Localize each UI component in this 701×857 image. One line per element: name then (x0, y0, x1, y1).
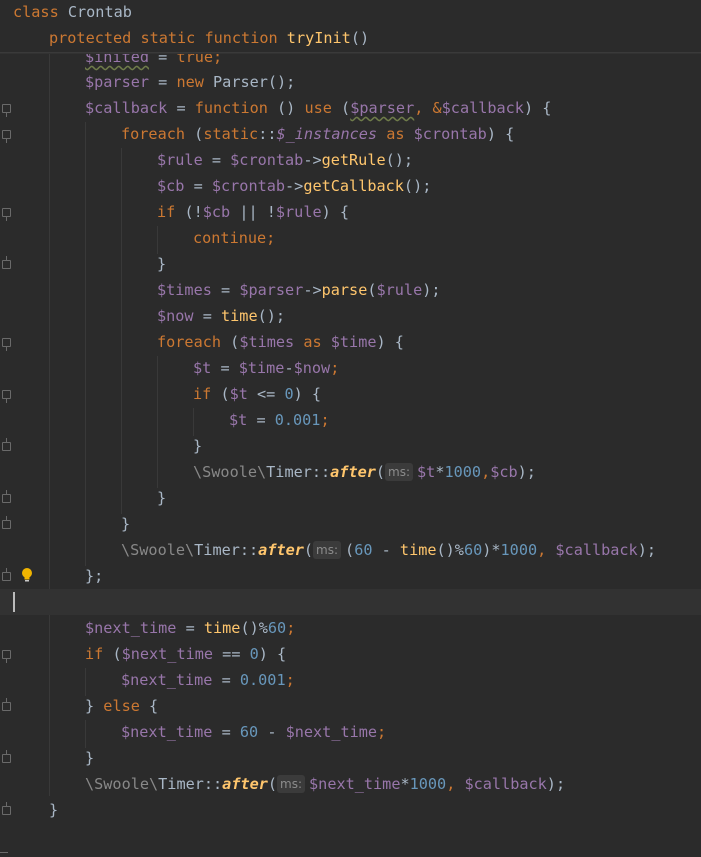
indent-guide (85, 122, 86, 566)
indent-guide (157, 356, 158, 488)
code-line: $parser = new Parser(); (85, 73, 296, 91)
code-line: $rule = $crontab->getRule(); (157, 151, 414, 169)
indent-guide (157, 226, 158, 254)
fold-marker-icon[interactable] (2, 568, 11, 581)
fold-marker-icon (0, 852, 8, 857)
code-line: }; (85, 567, 104, 585)
code-line: $now = time(); (157, 307, 286, 325)
sticky-line-class[interactable]: class Crontab (13, 0, 132, 25)
code-line: } else { (85, 697, 159, 715)
code-line: if ($t <= 0) { (193, 385, 322, 403)
fold-marker-icon[interactable] (2, 390, 11, 403)
fold-marker-icon[interactable] (2, 516, 11, 529)
code-line: if (!$cb || !$rule) { (157, 203, 350, 221)
lightbulb-icon[interactable] (21, 567, 33, 583)
code-line: continue; (193, 229, 276, 247)
code-line: \Swoole\Timer::after(ms: (60 - time()%60)… (121, 541, 656, 559)
current-line-highlight (0, 589, 701, 615)
code-line: $next_time = 60 - $next_time; (121, 723, 387, 741)
parameter-hint: ms: (385, 463, 414, 481)
indent-guide (121, 148, 122, 514)
fold-marker-icon[interactable] (2, 750, 11, 763)
fold-marker-icon[interactable] (2, 438, 11, 451)
parameter-hint: ms: (313, 541, 342, 559)
sticky-scroll-header[interactable]: class Crontab protected static function … (0, 0, 701, 53)
code-line: foreach ($times as $time) { (157, 333, 404, 351)
fold-marker-icon[interactable] (2, 208, 11, 221)
code-line: $times = $parser->parse($rule); (157, 281, 441, 299)
code-line: $callback = function () use ($parser, &$… (85, 99, 552, 117)
code-line: $next_time = 0.001; (121, 671, 295, 689)
code-line: } (193, 437, 203, 455)
gutter[interactable] (0, 0, 14, 857)
code-line: foreach (static::$_instances as $crontab… (121, 125, 515, 143)
indent-guide (85, 668, 86, 696)
code-line: $t = 0.001; (229, 411, 330, 429)
fold-marker-icon[interactable] (2, 256, 11, 269)
code-editor[interactable]: $inited = true; $parser = new Parser(); … (0, 0, 701, 857)
fold-marker-icon[interactable] (2, 698, 11, 711)
indent-guide (49, 52, 50, 796)
indent-guide (193, 408, 194, 436)
fold-marker-icon[interactable] (2, 104, 11, 117)
code-line: $next_time = time()%60; (85, 619, 296, 637)
sticky-line-method[interactable]: protected static function tryInit() (49, 25, 369, 51)
code-line: } (85, 749, 95, 767)
code-line: if ($next_time == 0) { (85, 645, 287, 663)
fold-marker-icon[interactable] (2, 338, 11, 351)
code-line: } (49, 801, 59, 819)
code-line: \Swoole\Timer::after(ms: $next_time*1000,… (85, 775, 566, 793)
code-line: } (157, 489, 167, 507)
fold-marker-icon[interactable] (2, 650, 11, 663)
code-line: $cb = $crontab->getCallback(); (157, 177, 432, 195)
code-line: \Swoole\Timer::after(ms: $t*1000,$cb); (193, 463, 536, 481)
code-line: } (121, 515, 131, 533)
fold-marker-icon[interactable] (2, 130, 11, 143)
indent-guide (85, 720, 86, 748)
fold-marker-icon[interactable] (2, 490, 11, 503)
code-line: } (157, 255, 167, 273)
code-line: $t = $time-$now; (193, 359, 340, 377)
fold-marker-icon[interactable] (2, 802, 11, 815)
parameter-hint: ms: (277, 775, 306, 793)
